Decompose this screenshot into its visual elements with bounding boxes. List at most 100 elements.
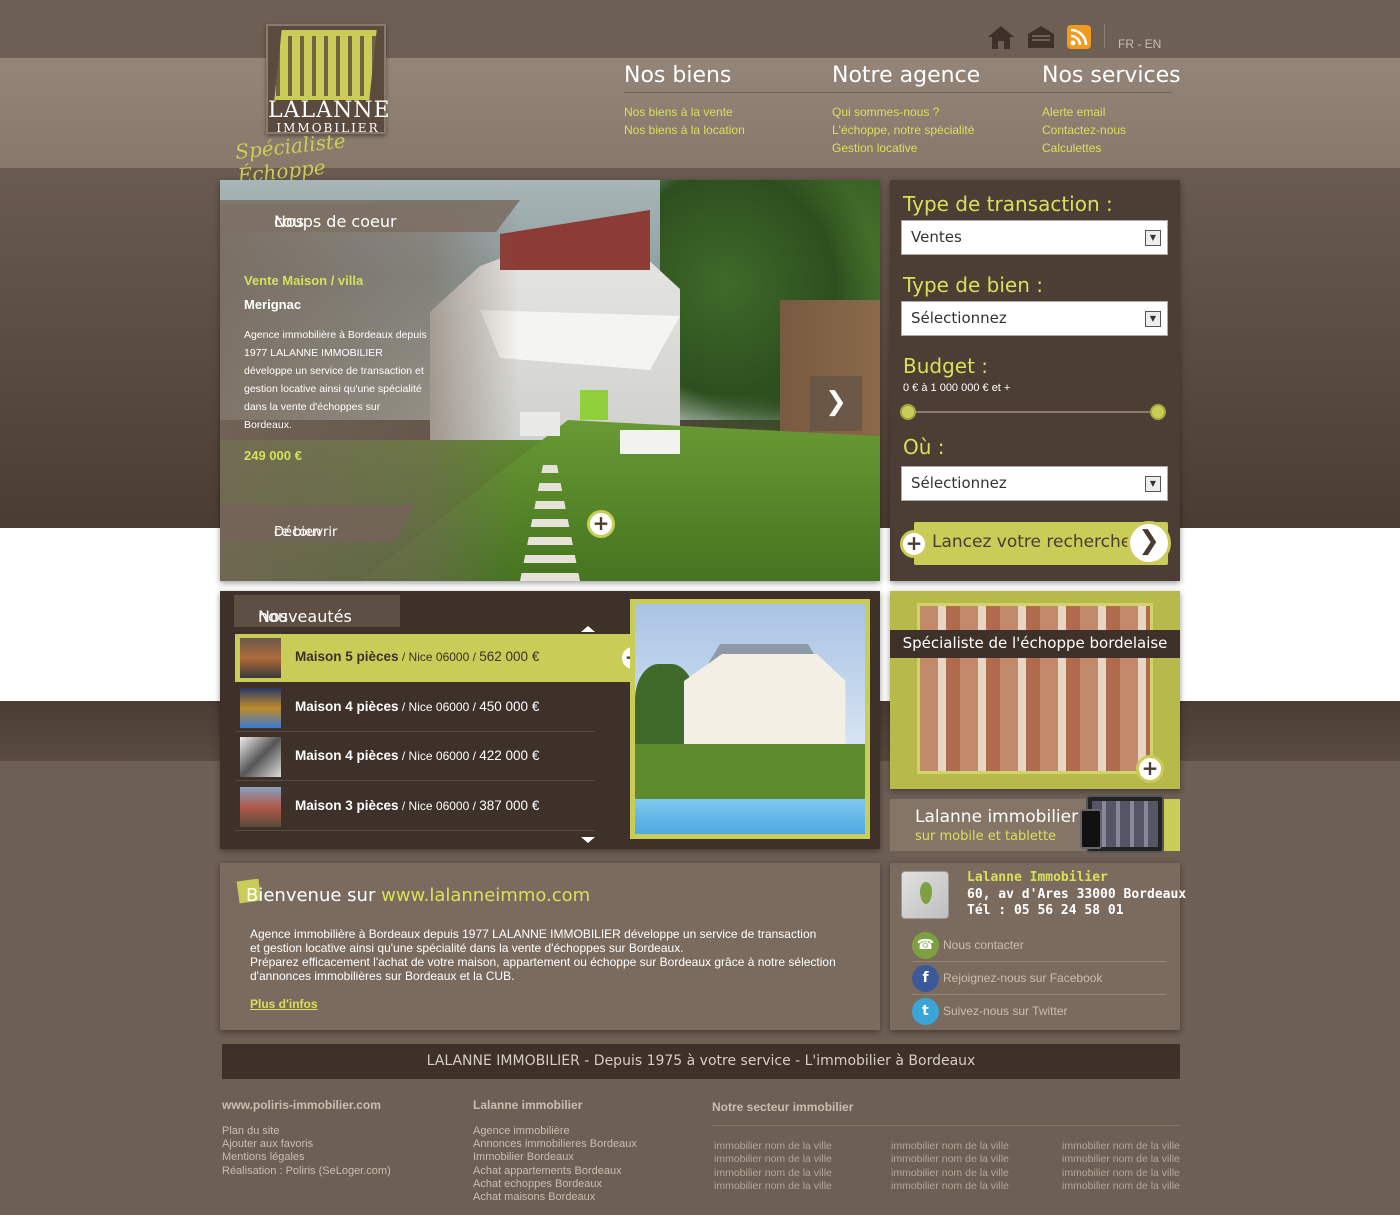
footer-link[interactable]: Achat appartements Bordeaux (473, 1165, 637, 1178)
nav-link[interactable]: Qui sommes-nous ? (832, 103, 982, 121)
welcome-line: et gestion locative ainsi qu'une spécial… (250, 941, 684, 955)
welcome-text: Agence immobilière à Bordeaux depuis 197… (250, 927, 870, 983)
mobile-subtitle: sur mobile et tablette (915, 829, 1057, 844)
footer-separator (712, 1125, 1180, 1126)
city-link[interactable]: immobilier nom de la ville (891, 1140, 1009, 1153)
budget-max-handle[interactable] (1150, 404, 1166, 420)
mobile-banner[interactable]: Lalanne immobilier sur mobile et tablett… (890, 795, 1180, 853)
footer-col-title[interactable]: www.poliris-immobilier.com (222, 1098, 381, 1112)
listing-row[interactable]: Maison 5 pièces / Nice 06000 / 562 000 € (235, 634, 635, 682)
city-link[interactable]: immobilier nom de la ville (714, 1180, 832, 1193)
logo[interactable]: LALANNE IMMOBILIER Spécialiste Échoppe (234, 6, 426, 188)
specialist-caption-band: Spécialiste de l'échoppe bordelaise (890, 630, 1180, 658)
listing-price: 562 000 € (479, 649, 540, 664)
welcome-line: d'annonces immobilières sur Bordeaux et … (250, 969, 515, 983)
city-link[interactable]: immobilier nom de la ville (1062, 1180, 1180, 1193)
nav-link[interactable]: Calculettes (1042, 139, 1172, 157)
nav-link[interactable]: Gestion locative (832, 139, 982, 157)
welcome-line: Agence immobilière à Bordeaux depuis 197… (250, 927, 817, 941)
city-link[interactable]: immobilier nom de la ville (891, 1153, 1009, 1166)
city-link[interactable]: immobilier nom de la ville (714, 1140, 832, 1153)
footer-link[interactable]: Mentions légales (222, 1151, 391, 1164)
top-background (0, 0, 1400, 58)
city-link[interactable]: immobilier nom de la ville (1062, 1167, 1180, 1180)
discover-plus-icon[interactable]: + (587, 510, 615, 538)
city-link[interactable]: immobilier nom de la ville (714, 1153, 832, 1166)
nav-link[interactable]: Nos biens à la vente (624, 103, 774, 121)
listing-title: Maison 4 pièces (295, 748, 399, 763)
footer-link[interactable]: Plan du site (222, 1125, 391, 1138)
scroll-up-arrow-icon[interactable] (581, 626, 595, 632)
mobile-title: Lalanne immobilier (915, 807, 1079, 827)
transaction-select[interactable]: Ventes ▼ (901, 220, 1168, 255)
city-link[interactable]: immobilier nom de la ville (714, 1167, 832, 1180)
twitter-icon: t (912, 998, 939, 1025)
search-arrow-icon[interactable]: ❯ (1127, 521, 1171, 565)
search-plus-icon[interactable]: + (900, 530, 928, 558)
listing-preview-frame[interactable] (630, 599, 870, 839)
listing-thumbnail (240, 737, 281, 777)
phone-icon: ☎ (912, 932, 939, 959)
twitter-link[interactable]: t Suivez-nous sur Twitter (912, 995, 1166, 1028)
footer-link[interactable]: Achat echoppes Bordeaux (473, 1178, 637, 1191)
listing-thumbnail (240, 688, 281, 728)
listing-row[interactable]: Maison 4 pièces / Nice 06000 / 450 000 € (235, 684, 595, 732)
welcome-url[interactable]: www.lalanneimmo.com (381, 885, 590, 906)
specialist-plus-icon[interactable]: + (1136, 755, 1164, 783)
nav-link[interactable]: L'échoppe, notre spécialité (832, 121, 982, 139)
transaction-label: Type de transaction : (903, 192, 1113, 216)
city-link[interactable]: immobilier nom de la ville (1062, 1140, 1180, 1153)
footer-link[interactable]: Annonces immobilieres Bordeaux (473, 1138, 637, 1151)
more-info-link[interactable]: Plus d'infos (250, 997, 318, 1011)
contact-link[interactable]: ☎ Nous contacter (912, 929, 1166, 962)
nav-title[interactable]: Nos biens (624, 62, 774, 93)
contact-address: 60, av d'Ares 33000 Bordeaux (967, 887, 1187, 902)
footer-link[interactable]: Immobilier Bordeaux (473, 1151, 637, 1164)
footer-tagline: LALANNE IMMOBILIER - Depuis 1975 à votre… (426, 1053, 976, 1069)
mail-icon[interactable] (1026, 24, 1056, 50)
discover-button[interactable]: Découvrir ce bien (220, 505, 415, 542)
city-link[interactable]: immobilier nom de la ville (1062, 1153, 1180, 1166)
map-icon[interactable] (901, 871, 949, 919)
footer-links: Agence immobilière Annonces immobilieres… (473, 1125, 637, 1204)
listing-price: 387 000 € (479, 798, 540, 813)
location-select[interactable]: Sélectionnez ▼ (901, 466, 1168, 501)
footer-link[interactable]: Ajouter aux favoris (222, 1138, 391, 1151)
scroll-down-arrow-icon[interactable] (581, 837, 595, 843)
nav-link[interactable]: Contactez-nous (1042, 121, 1172, 139)
listing-row[interactable]: Maison 3 pièces / Nice 06000 / 387 000 € (235, 783, 595, 831)
city-link[interactable]: immobilier nom de la ville (891, 1167, 1009, 1180)
home-icon[interactable] (986, 24, 1016, 50)
featured-tab-label: coups de coeur (274, 212, 397, 231)
rss-icon[interactable] (1066, 24, 1092, 50)
specialist-banner[interactable]: Spécialiste de l'échoppe bordelaise + (890, 591, 1180, 789)
property-type-select[interactable]: Sélectionnez ▼ (901, 301, 1168, 336)
search-submit-label: Lancez votre recherche (932, 532, 1132, 552)
language-switch[interactable]: FR - EN (1118, 37, 1161, 51)
new-listings-tab: Nos nouveautés (234, 595, 400, 627)
listing-thumbnail (240, 787, 281, 827)
property-city: Merignac (244, 297, 302, 312)
nav-section-biens: Nos biens Nos biens à la vente Nos biens… (624, 62, 774, 139)
footer-link[interactable]: Achat maisons Bordeaux (473, 1191, 637, 1204)
budget-min-handle[interactable] (900, 404, 916, 420)
nav-title[interactable]: Nos services (1042, 62, 1181, 93)
transaction-value: Ventes (911, 228, 962, 246)
listing-row[interactable]: Maison 4 pièces / Nice 06000 / 422 000 € (235, 733, 595, 781)
footer-link[interactable]: Agence immobilière (473, 1125, 637, 1138)
new-listings-panel: Nos nouveautés Maison 5 pièces / Nice 06… (220, 591, 880, 849)
photo-chair (520, 412, 560, 436)
budget-slider-track[interactable] (908, 411, 1158, 413)
new-listings-label: nouveautés (258, 607, 352, 626)
budget-label: Budget : (903, 354, 989, 378)
nav-title[interactable]: Notre agence (832, 62, 982, 93)
facebook-link[interactable]: f Rejoignez-nous sur Facebook (912, 962, 1166, 995)
city-link[interactable]: immobilier nom de la ville (891, 1180, 1009, 1193)
footer-link[interactable]: Réalisation : Poliris (SeLoger.com) (222, 1165, 391, 1178)
nav-link[interactable]: Nos biens à la location (624, 121, 774, 139)
contact-link-label: Nous contacter (943, 938, 1024, 952)
nav-link[interactable]: Alerte email (1042, 103, 1172, 121)
listing-preview-image (635, 604, 865, 834)
slider-next-arrow-icon[interactable]: ❯ (810, 376, 862, 431)
footer-col-title: Lalanne immobilier (473, 1098, 583, 1112)
